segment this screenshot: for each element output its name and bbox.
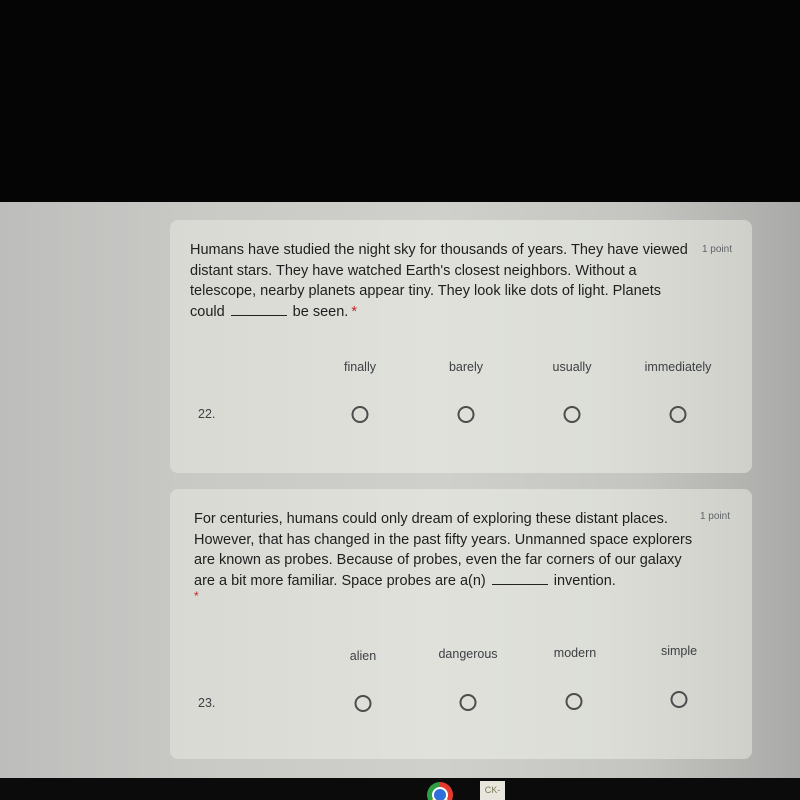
- question-text-before-blank: For centuries, humans could only dream o…: [194, 511, 693, 589]
- option-label-simple: simple: [660, 644, 698, 658]
- question-text: Humans have studied the night sky for th…: [190, 240, 690, 322]
- answer-blank: [491, 571, 548, 585]
- option-label-immediately: immediately: [644, 360, 712, 374]
- option-label-alien: alien: [349, 649, 377, 663]
- required-asterisk: *: [351, 303, 357, 320]
- answer-blank: [230, 302, 287, 316]
- form-page: Humans have studied the night sky for th…: [0, 202, 800, 778]
- question-text-after-blank: invention.: [553, 572, 616, 589]
- option-label-usually: usually: [552, 360, 592, 374]
- option-label-finally: finally: [344, 360, 376, 374]
- points-label: 1 point: [699, 511, 730, 522]
- chrome-icon[interactable]: [427, 782, 453, 800]
- radio-usually[interactable]: [563, 406, 581, 423]
- radio-alien[interactable]: [354, 695, 372, 712]
- radio-simple[interactable]: [670, 691, 688, 708]
- required-asterisk: *: [194, 589, 199, 603]
- question-number: 22.: [198, 407, 216, 421]
- taskbar: CK-12: [0, 778, 800, 800]
- points-label: 1 point: [701, 244, 732, 255]
- question-number: 23.: [198, 696, 216, 710]
- option-label-dangerous: dangerous: [438, 647, 498, 661]
- question-card-22: Humans have studied the night sky for th…: [170, 220, 752, 473]
- option-label-barely: barely: [448, 360, 484, 374]
- radio-dangerous[interactable]: [459, 694, 477, 711]
- radio-finally[interactable]: [351, 406, 369, 423]
- radio-modern[interactable]: [565, 693, 583, 710]
- question-text: For centuries, humans could only dream o…: [194, 509, 694, 591]
- question-card-23: For centuries, humans could only dream o…: [170, 489, 752, 759]
- option-label-modern: modern: [553, 646, 597, 660]
- screen-top-dark-area: [0, 0, 800, 202]
- radio-immediately[interactable]: [669, 406, 687, 423]
- question-text-after-blank: be seen.: [292, 303, 349, 320]
- radio-barely[interactable]: [457, 406, 475, 423]
- ck12-icon[interactable]: CK-12: [480, 781, 505, 800]
